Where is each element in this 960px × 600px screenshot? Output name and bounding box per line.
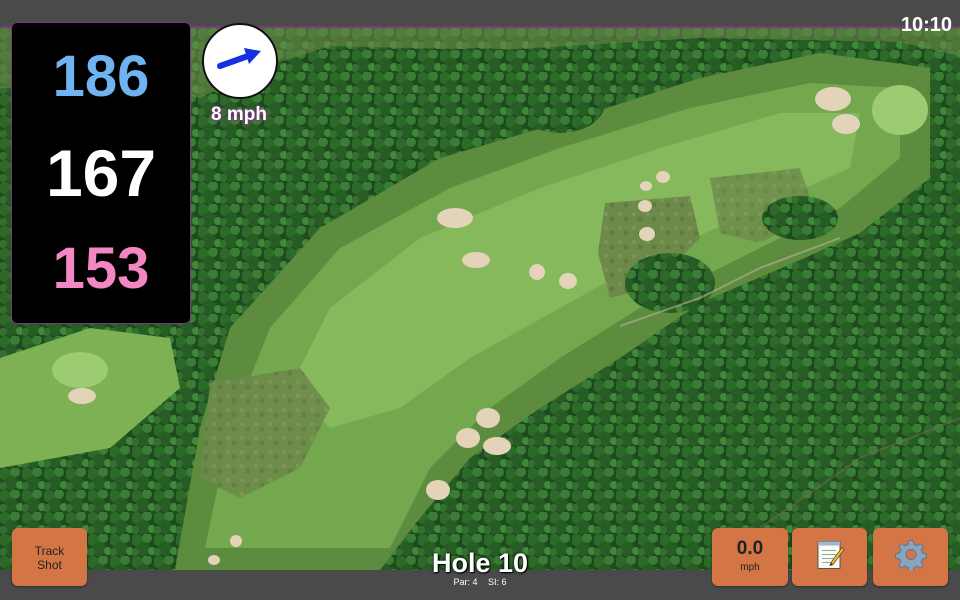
back-yardage: 186 [52, 44, 150, 109]
track-shot-label-line2: Shot [37, 558, 62, 572]
wind-indicator [202, 23, 278, 99]
settings-button[interactable] [873, 528, 948, 586]
track-shot-label-line1: Track [34, 544, 65, 558]
golf-gps-screen: 10:10 186 167 153 8 mph Track Shot Hole … [0, 0, 960, 600]
wind-speed-label: 8 mph [211, 104, 267, 125]
stroke-index-label: SI: 6 [488, 577, 507, 587]
gear-icon [894, 539, 927, 576]
hole-title: Hole 10 [431, 548, 529, 578]
notepad-icon [815, 539, 845, 576]
track-shot-button[interactable]: Track Shot [12, 528, 87, 586]
wind-arrow-icon [217, 48, 261, 69]
center-yardage: 167 [45, 136, 157, 210]
speed-value: 0.0 [736, 538, 764, 559]
front-yardage: 153 [52, 236, 150, 301]
speed-button[interactable]: 0.0 mph [712, 528, 788, 586]
hole-info: Par: 4 SI: 6 [380, 577, 580, 587]
notes-button[interactable] [792, 528, 867, 586]
speed-unit: mph [740, 562, 760, 573]
yardage-panel: 186 167 153 [11, 22, 191, 324]
clock-time: 10:10 [900, 14, 952, 36]
par-label: Par: 4 [453, 577, 478, 587]
